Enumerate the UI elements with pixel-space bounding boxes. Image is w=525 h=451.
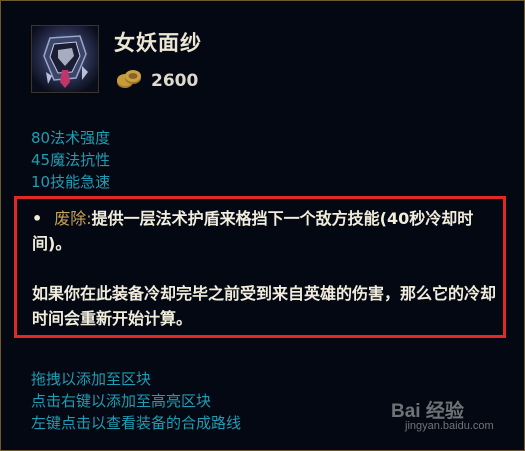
passive-highlight-box: • 废除:提供一层法术护盾来格挡下一个敌方技能(40秒冷却时间)。 如果你在此装备… [14,196,506,338]
passive-desc-1: 提供一层法术护盾来格挡下一个敌方技能(40秒冷却时间)。 [32,209,474,253]
hint-right-click: 点击右键以添加至高亮区块 [31,392,212,410]
item-stats: 80法术强度 45魔法抗性 10技能急速 [31,127,110,193]
stat-ability-power: 80法术强度 [31,129,111,147]
hint-drag: 拖拽以添加至区块 [31,370,152,388]
watermark-logo: Bai 经验 [391,401,464,422]
bullet-icon: • [32,209,43,228]
watermark-url: jingyan.baidu.com [405,420,494,432]
passive-line-1: • 废除:提供一层法术护盾来格挡下一个敌方技能(40秒冷却时间)。 [32,206,497,256]
item-name: 女妖面纱 [114,31,202,55]
item-icon[interactable] [31,25,99,93]
stat-magic-resist: 45魔法抗性 [31,151,111,169]
hint-left-click: 左键点击以查看装备的合成路线 [31,414,242,432]
usage-hints: 拖拽以添加至区块 点击右键以添加至高亮区块 左键点击以查看装备的合成路线 [31,368,241,434]
passive-description: • 废除:提供一层法术护盾来格挡下一个敌方技能(40秒冷却时间)。 如果你在此装备… [32,206,497,331]
item-cost: 2600 [151,71,199,91]
gold-coins-icon [117,70,141,88]
baidu-jingyan-watermark: Bai 经验 jingyan.baidu.com [391,394,521,442]
item-tooltip: 女妖面纱 2600 80法术强度 45魔法抗性 10技能急速 • 废除:提供一层法… [0,0,525,451]
banshees-veil-item-icon [32,26,98,92]
stat-ability-haste: 10技能急速 [31,173,111,191]
passive-desc-2: 如果你在此装备冷却完毕之前受到来自英雄的伤害，那么它的冷却时间会重新开始计算。 [32,284,497,328]
passive-name: 废除: [54,209,92,228]
